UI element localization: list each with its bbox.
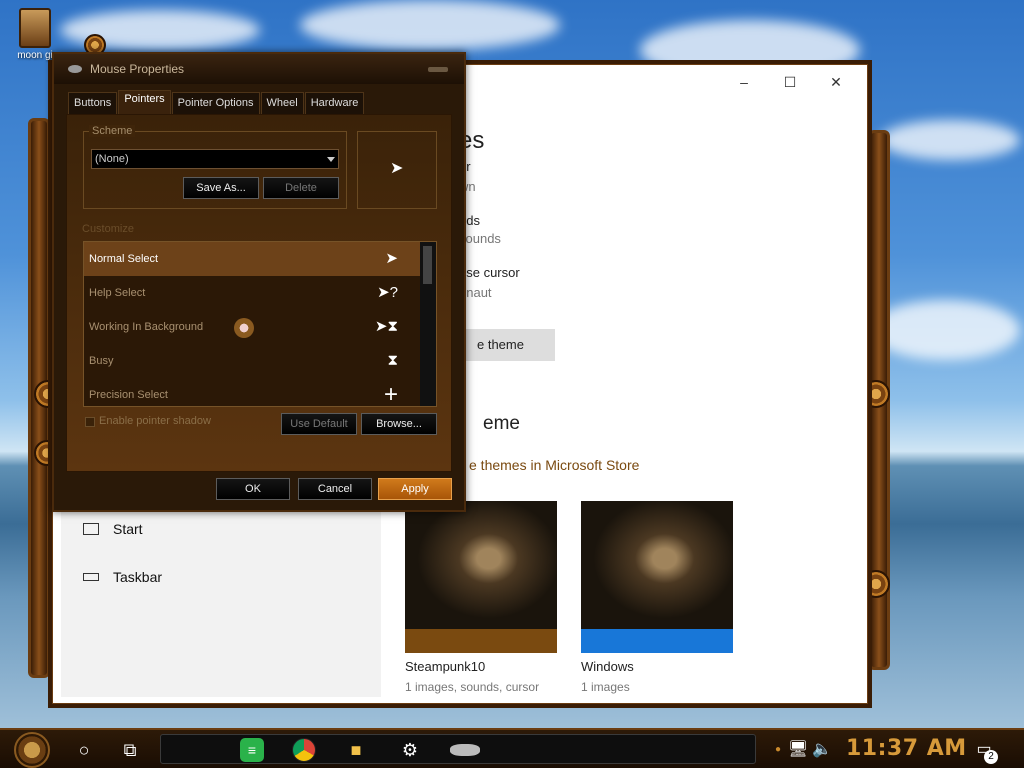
list-item-label: Help Select — [89, 287, 146, 299]
list-scrollbar[interactable] — [420, 242, 436, 406]
network-icon[interactable]: 🖥 — [786, 738, 810, 762]
working-cursor-icon: ➤⧗ — [374, 318, 398, 335]
crosshair-cursor-icon: + — [383, 381, 398, 407]
delete-button[interactable]: Delete — [263, 177, 339, 199]
arrow-cursor-icon: ➤ — [385, 250, 398, 267]
shadow-checkbox-label: Enable pointer shadow — [99, 415, 211, 427]
shadow-checkbox[interactable] — [85, 417, 95, 427]
arrow-cursor-icon: ➤ — [390, 160, 404, 177]
theme-preview-image — [405, 501, 557, 629]
nav-label: Start — [113, 521, 143, 537]
notification-count-badge: 2 — [984, 750, 998, 764]
notes-app-icon[interactable]: ≡ — [240, 738, 264, 762]
cursor-list[interactable]: Normal Select ➤ Help Select ➤? Working I… — [83, 241, 437, 407]
scrollbar-thumb[interactable] — [423, 246, 432, 284]
minimize-button[interactable]: – — [721, 71, 767, 93]
nav-item-taskbar[interactable]: Taskbar — [83, 569, 162, 585]
browse-button[interactable]: Browse... — [361, 413, 437, 435]
start-gear-button[interactable] — [14, 732, 50, 768]
dialog-title: Mouse Properties — [90, 62, 185, 76]
mouse-icon — [68, 65, 82, 73]
moon-app-icon — [19, 8, 51, 48]
get-more-heading: eme — [483, 413, 520, 434]
setting-fragment: use cursor — [459, 265, 520, 280]
tab-buttons[interactable]: Buttons — [68, 92, 118, 114]
close-icon[interactable] — [428, 67, 448, 72]
ok-button[interactable]: OK — [216, 478, 290, 500]
taskbar-icon — [83, 573, 99, 581]
scheme-select[interactable]: (None) — [91, 149, 339, 169]
list-item-label: Working In Background — [89, 321, 204, 333]
list-item[interactable]: Busy ⧗ — [84, 344, 420, 378]
use-default-button[interactable]: Use Default — [281, 413, 357, 435]
list-item[interactable]: Precision Select + — [84, 378, 420, 407]
steampunk-pointer-icon — [234, 318, 254, 338]
search-icon[interactable]: ○ — [72, 738, 96, 762]
list-item-label: Busy — [89, 355, 114, 367]
dialog-titlebar[interactable]: Mouse Properties — [54, 54, 464, 84]
help-cursor-icon: ➤? — [377, 284, 398, 301]
hourglass-cursor-icon: ⧗ — [387, 352, 398, 369]
theme-preview-image — [581, 501, 733, 629]
store-link[interactable]: e themes in Microsoft Store — [469, 457, 639, 473]
tab-strip: Buttons Pointers Pointer Options Wheel H… — [68, 90, 365, 114]
theme-accent-bar — [581, 629, 733, 653]
tab-wheel[interactable]: Wheel — [260, 92, 304, 114]
list-item[interactable]: Normal Select ➤ — [84, 242, 420, 276]
pointers-panel: Scheme (None) Save As... Delete ➤ Custom… — [66, 114, 452, 472]
theme-desc: 1 images, sounds, cursor — [405, 680, 540, 694]
file-explorer-icon[interactable]: ■ — [344, 738, 368, 762]
theme-card-steampunk[interactable]: Steampunk10 1 images, sounds, cursor — [405, 501, 557, 694]
customize-label: Customize — [82, 223, 134, 235]
volume-muted-icon[interactable]: 🔈 — [810, 738, 834, 762]
mouse-app-icon[interactable] — [450, 744, 480, 756]
theme-name: Steampunk10 — [405, 659, 486, 674]
tab-pointers[interactable]: Pointers — [118, 90, 171, 114]
start-icon — [83, 523, 99, 535]
apply-button[interactable]: Apply — [378, 478, 452, 500]
theme-desc: 1 images — [581, 680, 630, 694]
nav-item-start[interactable]: Start — [83, 521, 143, 537]
taskbar-clock[interactable]: 11:37 AM — [846, 736, 967, 761]
tab-hardware[interactable]: Hardware — [304, 92, 365, 114]
scheme-label: Scheme — [89, 125, 136, 137]
list-item-label: Normal Select — [89, 253, 159, 265]
list-item-label: Precision Select — [89, 389, 168, 401]
chrome-icon[interactable] — [292, 738, 316, 762]
cancel-button[interactable]: Cancel — [298, 478, 372, 500]
mouse-properties-dialog: Mouse Properties Buttons Pointers Pointe… — [52, 52, 466, 512]
task-view-icon[interactable]: ⧉ — [118, 738, 142, 762]
theme-name: Windows — [581, 659, 634, 674]
close-button[interactable]: ✕ — [813, 71, 859, 93]
list-item[interactable]: Working In Background ➤⧗ — [84, 310, 420, 344]
list-item[interactable]: Help Select ➤? — [84, 276, 420, 310]
save-as-button[interactable]: Save As... — [183, 177, 259, 199]
theme-accent-bar — [405, 629, 557, 653]
theme-card-windows[interactable]: Windows 1 images — [581, 501, 733, 694]
save-theme-button[interactable]: e theme — [459, 329, 555, 361]
chevron-down-icon[interactable] — [327, 157, 335, 162]
taskbar: ○ ⧉ ≡ ■ ⚙ ● 🖥 🔈 11:37 AM ▭ 2 — [0, 728, 1024, 768]
tab-pointer-options[interactable]: Pointer Options — [171, 92, 260, 114]
nav-label: Taskbar — [113, 569, 163, 585]
maximize-button[interactable]: ☐ — [767, 71, 813, 93]
cursor-preview-box: ➤ — [357, 131, 437, 209]
settings-gear-icon[interactable]: ⚙ — [398, 738, 422, 762]
